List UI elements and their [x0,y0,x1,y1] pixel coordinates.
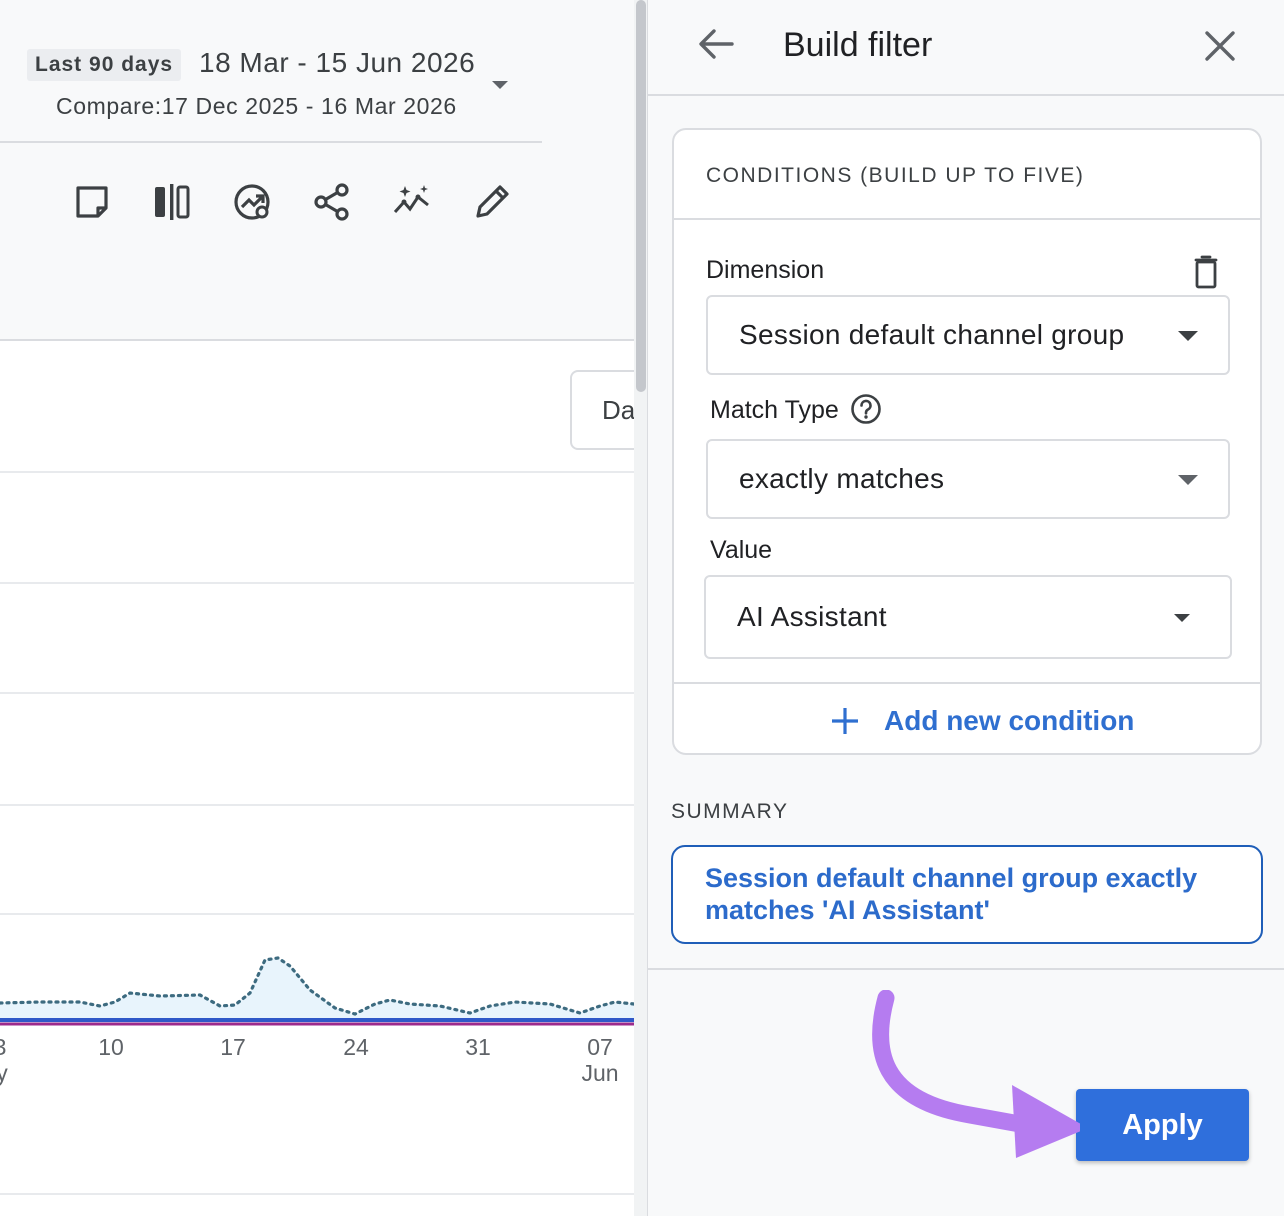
x-month-label: Jun [581,1060,619,1086]
x-month-label: y [0,1060,8,1086]
date-range-dropdown-icon[interactable] [492,81,508,89]
match-type-select-value: exactly matches [739,463,945,494]
panel-title: Build filter [783,26,933,64]
note-icon[interactable] [70,180,114,224]
value-select-value: AI Assistant [737,601,887,632]
report-header: Last 90 days 18 Mar - 15 Jun 2026 Compar… [0,0,634,341]
divider [674,218,1260,220]
summary-text: Session default channel group exactly ma… [671,845,1263,944]
report-scrollbar[interactable] [634,0,648,1216]
date-range-text[interactable]: 18 Mar - 15 Jun 2026 [199,47,475,79]
match-type-label: Match Type [710,396,839,424]
report-area: Last 90 days 18 Mar - 15 Jun 2026 Compar… [0,0,634,1216]
x-tick-label: 10 [98,1034,124,1060]
x-tick-label: 07 [587,1034,613,1060]
chart-gridline [0,471,634,473]
x-tick-label: 3 [0,1034,6,1061]
header-divider [0,141,542,143]
dimension-label: Dimension [706,256,825,284]
annotation-arrow-icon [872,990,1080,1158]
value-label: Value [710,536,773,564]
divider [648,968,1284,970]
sparkle-trend-icon[interactable] [390,180,434,224]
dimension-select-value: Session default channel group [739,319,1125,350]
chart-area-fill [0,958,634,1025]
panel-header: Build filter [648,0,1284,96]
compare-range-text[interactable]: Compare:17 Dec 2025 - 16 Mar 2026 [56,93,457,120]
x-tick-label: 24 [343,1034,369,1060]
chevron-down-icon [1174,614,1190,622]
back-arrow-icon[interactable] [694,22,738,66]
match-type-select[interactable]: exactly matches [706,439,1230,519]
conditions-title: CONDITIONS (BUILD UP TO FIVE) [706,164,1085,187]
scrollbar-thumb[interactable] [636,0,646,392]
chart-type-button[interactable]: Da [570,370,634,450]
add-new-condition-label: Add new condition [884,705,1135,736]
chart-gridline [0,913,634,915]
share-icon[interactable] [310,180,354,224]
chart-gridline [0,804,634,806]
insights-icon[interactable] [230,180,274,224]
compare-icon[interactable] [150,180,194,224]
chevron-down-icon [1178,475,1198,485]
close-icon[interactable] [1198,24,1242,68]
value-select[interactable]: AI Assistant [704,575,1232,659]
help-icon[interactable] [850,393,882,425]
dimension-select[interactable]: Session default channel group [706,295,1230,375]
divider [674,682,1260,684]
apply-button[interactable]: Apply [1076,1089,1249,1161]
trash-icon[interactable] [1188,254,1224,290]
add-new-condition-button[interactable]: Add new condition [830,696,1134,746]
conditions-card: CONDITIONS (BUILD UP TO FIVE) Dimension … [672,128,1262,755]
chart-gridline [0,692,634,694]
date-preset-chip[interactable]: Last 90 days [27,49,182,81]
summary-label: SUMMARY [671,800,789,823]
sessions-line-chart [0,956,634,1026]
plus-icon [832,708,858,734]
chart-gridline [0,582,634,584]
chart-gridline [0,1193,634,1195]
edit-icon[interactable] [470,180,514,224]
x-tick-label: 17 [220,1034,246,1060]
chevron-down-icon [1178,331,1198,341]
x-tick-label: 31 [465,1034,491,1060]
